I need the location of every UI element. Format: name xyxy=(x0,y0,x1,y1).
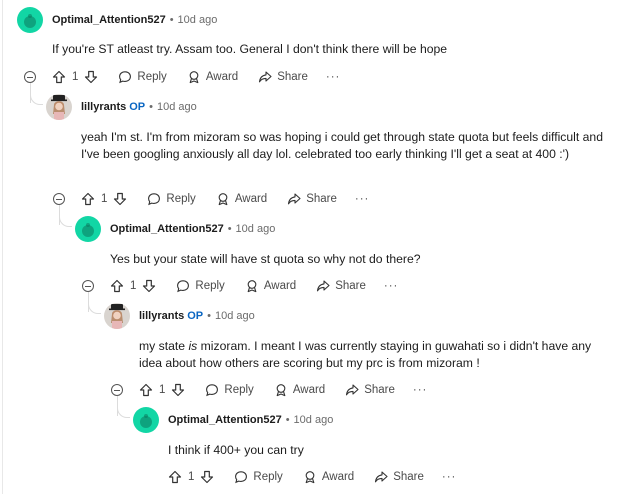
award-button[interactable]: Award xyxy=(187,70,238,84)
share-button[interactable]: Share xyxy=(345,383,395,397)
share-arrow-icon xyxy=(317,280,330,292)
comment-actions: 1 Reply Award Share ··· xyxy=(139,381,427,399)
award-button[interactable]: Award xyxy=(274,383,325,397)
share-arrow-icon xyxy=(288,193,301,205)
more-options-button[interactable]: ··· xyxy=(384,280,399,292)
arrow-up-icon[interactable] xyxy=(81,192,95,206)
comment-actions: 1 Reply Award Share ··· xyxy=(168,468,456,486)
award-ribbon-icon xyxy=(218,193,228,206)
reply-button[interactable]: Reply xyxy=(176,279,225,293)
collapse-button[interactable] xyxy=(82,280,94,292)
arrow-up-icon[interactable] xyxy=(139,383,153,397)
op-badge: OP xyxy=(129,101,146,113)
op-badge: OP xyxy=(187,310,204,322)
share-arrow-icon xyxy=(375,471,388,483)
avatar[interactable] xyxy=(75,216,101,242)
speech-bubble-icon xyxy=(235,471,248,484)
comment-text: Yes but your state will have st quota so… xyxy=(110,252,421,266)
vote-count: 1 xyxy=(72,71,79,83)
comment-meta: Optimal_Attention527 • 10d ago xyxy=(110,223,276,235)
speech-bubble-icon xyxy=(177,280,190,293)
award-ribbon-icon xyxy=(247,280,257,293)
award-button[interactable]: Award xyxy=(303,470,354,484)
avatar[interactable] xyxy=(46,94,72,120)
arrow-down-icon[interactable] xyxy=(142,279,156,293)
timestamp[interactable]: 10d ago xyxy=(157,101,197,113)
thread-branch xyxy=(117,405,130,418)
comment-actions: 1 Reply Award Share ··· xyxy=(81,190,369,208)
award-ribbon-icon xyxy=(305,471,315,484)
username[interactable]: Optimal_Attention527 xyxy=(110,223,224,235)
speech-bubble-icon xyxy=(119,71,132,84)
comment-meta: Optimal_Attention527 • 10d ago xyxy=(168,414,334,426)
timestamp[interactable]: 10d ago xyxy=(294,414,334,426)
comment-text: If you're ST atleast try. Assam too. Gen… xyxy=(52,42,448,56)
more-options-button[interactable]: ··· xyxy=(413,384,428,396)
speech-bubble-icon xyxy=(148,193,161,206)
comment-actions: 1 Reply Award Share ··· xyxy=(52,68,340,86)
comment-actions: 1 Reply Award Share ··· xyxy=(110,277,398,295)
username[interactable]: lillyrants xyxy=(139,310,184,322)
comment-meta: lillyrants OP • 10d ago xyxy=(81,101,197,113)
avatar[interactable] xyxy=(133,407,159,433)
share-arrow-icon xyxy=(259,71,272,83)
reply-button[interactable]: Reply xyxy=(118,70,167,84)
collapse-button[interactable] xyxy=(111,384,123,396)
share-button[interactable]: Share xyxy=(316,279,366,293)
award-ribbon-icon xyxy=(276,384,286,397)
more-options-button[interactable]: ··· xyxy=(442,471,457,483)
arrow-up-icon[interactable] xyxy=(110,279,124,293)
share-button[interactable]: Share xyxy=(258,70,308,84)
username[interactable]: Optimal_Attention527 xyxy=(168,414,282,426)
award-button[interactable]: Award xyxy=(245,279,296,293)
vote-count: 1 xyxy=(188,471,195,483)
timestamp[interactable]: 10d ago xyxy=(215,310,255,322)
award-ribbon-icon xyxy=(189,71,199,84)
thread-line-outer xyxy=(2,0,3,494)
avatar[interactable] xyxy=(17,7,43,33)
arrow-down-icon[interactable] xyxy=(113,192,127,206)
timestamp[interactable]: 10d ago xyxy=(236,223,276,235)
arrow-down-icon[interactable] xyxy=(84,70,98,84)
username[interactable]: lillyrants xyxy=(81,101,126,113)
timestamp[interactable]: 10d ago xyxy=(178,14,218,26)
speech-bubble-icon xyxy=(206,384,219,397)
share-button[interactable]: Share xyxy=(374,470,424,484)
more-options-button[interactable]: ··· xyxy=(355,193,370,205)
comment-text: I think if 400+ you can try xyxy=(168,443,304,457)
comment-text: yeah I'm st. I'm from mizoram so was hop… xyxy=(81,130,603,161)
comment-meta: lillyrants OP • 10d ago xyxy=(139,310,255,322)
comment-meta: Optimal_Attention527 • 10d ago xyxy=(52,14,218,26)
comment-text: my state is mizoram. I meant I was curre… xyxy=(139,339,592,370)
collapse-button[interactable] xyxy=(53,193,65,205)
reply-button[interactable]: Reply xyxy=(234,470,283,484)
reply-button[interactable]: Reply xyxy=(205,383,254,397)
arrow-up-icon[interactable] xyxy=(52,70,66,84)
arrow-up-icon[interactable] xyxy=(168,470,182,484)
arrow-down-icon[interactable] xyxy=(171,383,185,397)
username[interactable]: Optimal_Attention527 xyxy=(52,14,166,26)
thread-branch xyxy=(30,92,43,105)
arrow-down-icon[interactable] xyxy=(200,470,214,484)
reply-button[interactable]: Reply xyxy=(147,192,196,206)
more-options-button[interactable]: ··· xyxy=(326,71,341,83)
vote-count: 1 xyxy=(101,193,108,205)
vote-count: 1 xyxy=(159,384,166,396)
vote-count: 1 xyxy=(130,280,137,292)
thread-branch xyxy=(59,214,72,227)
share-arrow-icon xyxy=(346,384,359,396)
award-button[interactable]: Award xyxy=(216,192,267,206)
share-button[interactable]: Share xyxy=(287,192,337,206)
avatar[interactable] xyxy=(104,303,130,329)
thread-branch xyxy=(88,301,101,314)
collapse-button[interactable] xyxy=(24,71,36,83)
